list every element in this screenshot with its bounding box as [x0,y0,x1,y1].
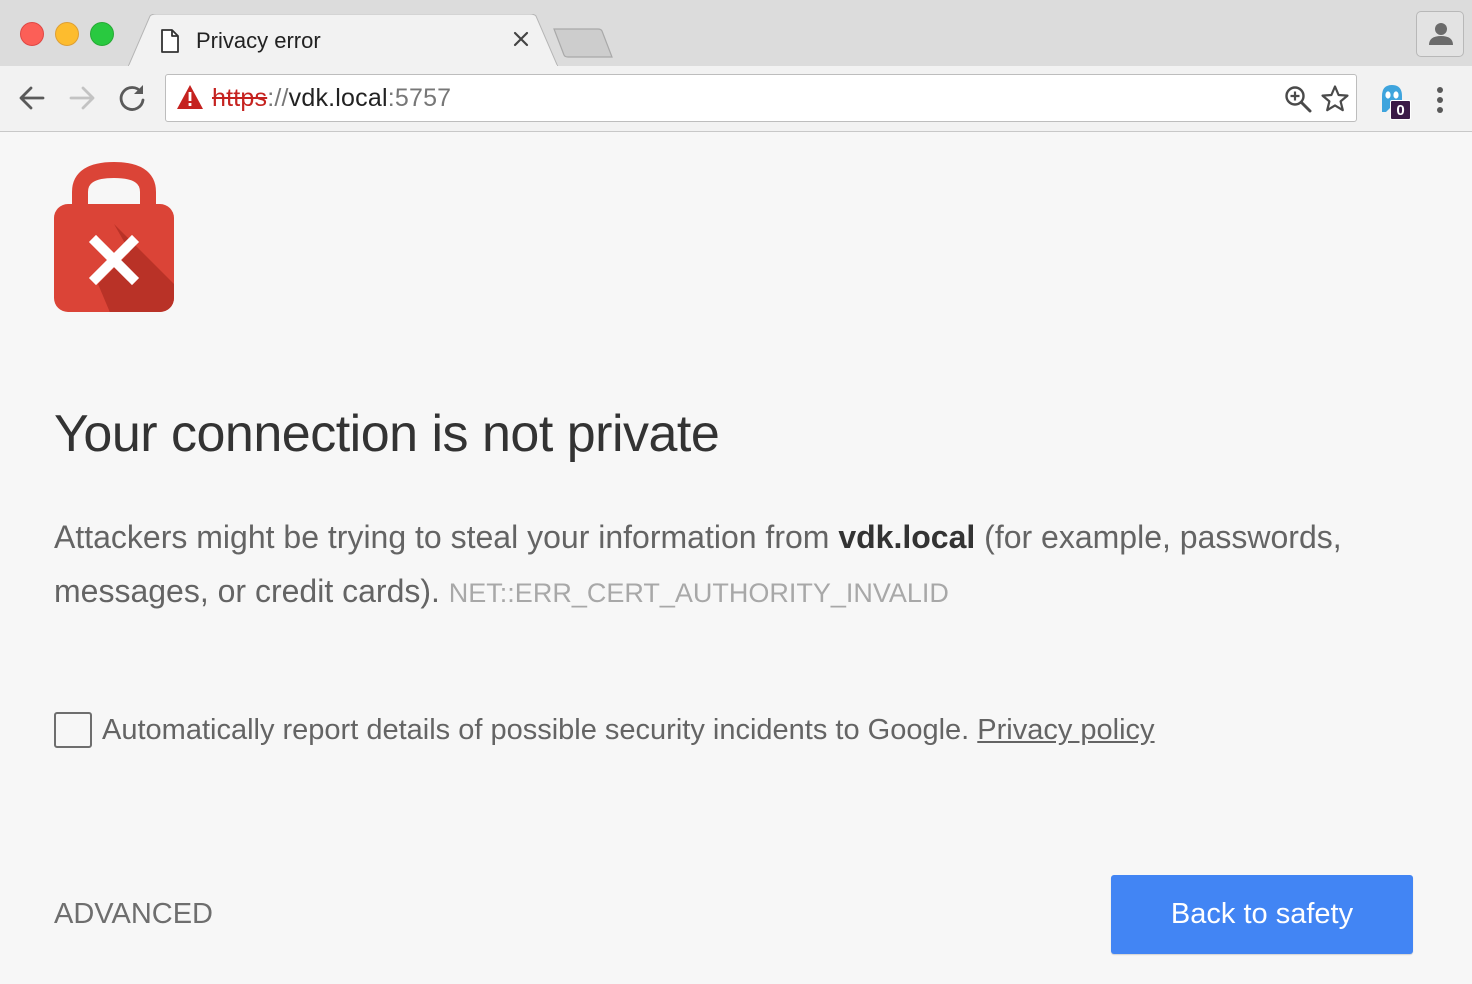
new-tab-button[interactable] [552,28,614,58]
report-checkbox[interactable] [54,712,92,748]
extension-badge: 0 [1390,100,1411,120]
window-minimize-button[interactable] [55,22,79,46]
more-menu-icon[interactable] [1426,82,1454,118]
document-icon [161,29,179,53]
url-host: vdk.local [288,84,388,112]
explanation-paragraph: Attackers might be trying to steal your … [54,510,1354,620]
tab-privacy-error[interactable]: Privacy error [128,14,558,67]
page-title: Your connection is not private [54,405,720,463]
title-bar: Privacy error [0,0,1472,67]
tab-title: Privacy error [196,28,321,53]
toolbar: https://vdk.local:5757 0 [0,66,1472,132]
profile-button[interactable] [1416,11,1464,57]
report-option: Automatically report details of possible… [54,712,1434,752]
url-scheme: https [212,84,268,112]
zoom-in-icon[interactable] [1284,85,1312,113]
window-maximize-button[interactable] [90,22,114,46]
report-label-text: Automatically report details of possible… [102,714,978,746]
privacy-policy-link[interactable]: Privacy policy [977,714,1154,746]
person-icon [1429,23,1453,45]
bookmark-star-icon[interactable] [1320,84,1350,114]
tab-background [128,14,558,67]
advanced-button[interactable]: ADVANCED [54,898,213,931]
url-separator: :// [267,84,289,112]
close-icon[interactable] [510,28,532,50]
report-label: Automatically report details of possible… [102,714,1155,747]
broken-lock-icon [54,162,174,312]
window-close-button[interactable] [20,22,44,46]
back-icon[interactable] [14,80,50,116]
back-to-safety-button[interactable]: Back to safety [1111,875,1413,954]
url-port: :5757 [387,84,452,112]
error-code[interactable]: NET::ERR_CERT_AUTHORITY_INVALID [449,578,949,608]
reload-icon[interactable] [114,80,150,116]
warning-icon[interactable] [176,84,204,110]
explanation-host: vdk.local [838,519,976,555]
forward-icon[interactable] [64,80,100,116]
address-bar[interactable]: https://vdk.local:5757 [165,74,1357,122]
explanation-text-start: Attackers might be trying to steal your … [54,519,839,555]
url-text: https://vdk.local:5757 [212,84,451,113]
